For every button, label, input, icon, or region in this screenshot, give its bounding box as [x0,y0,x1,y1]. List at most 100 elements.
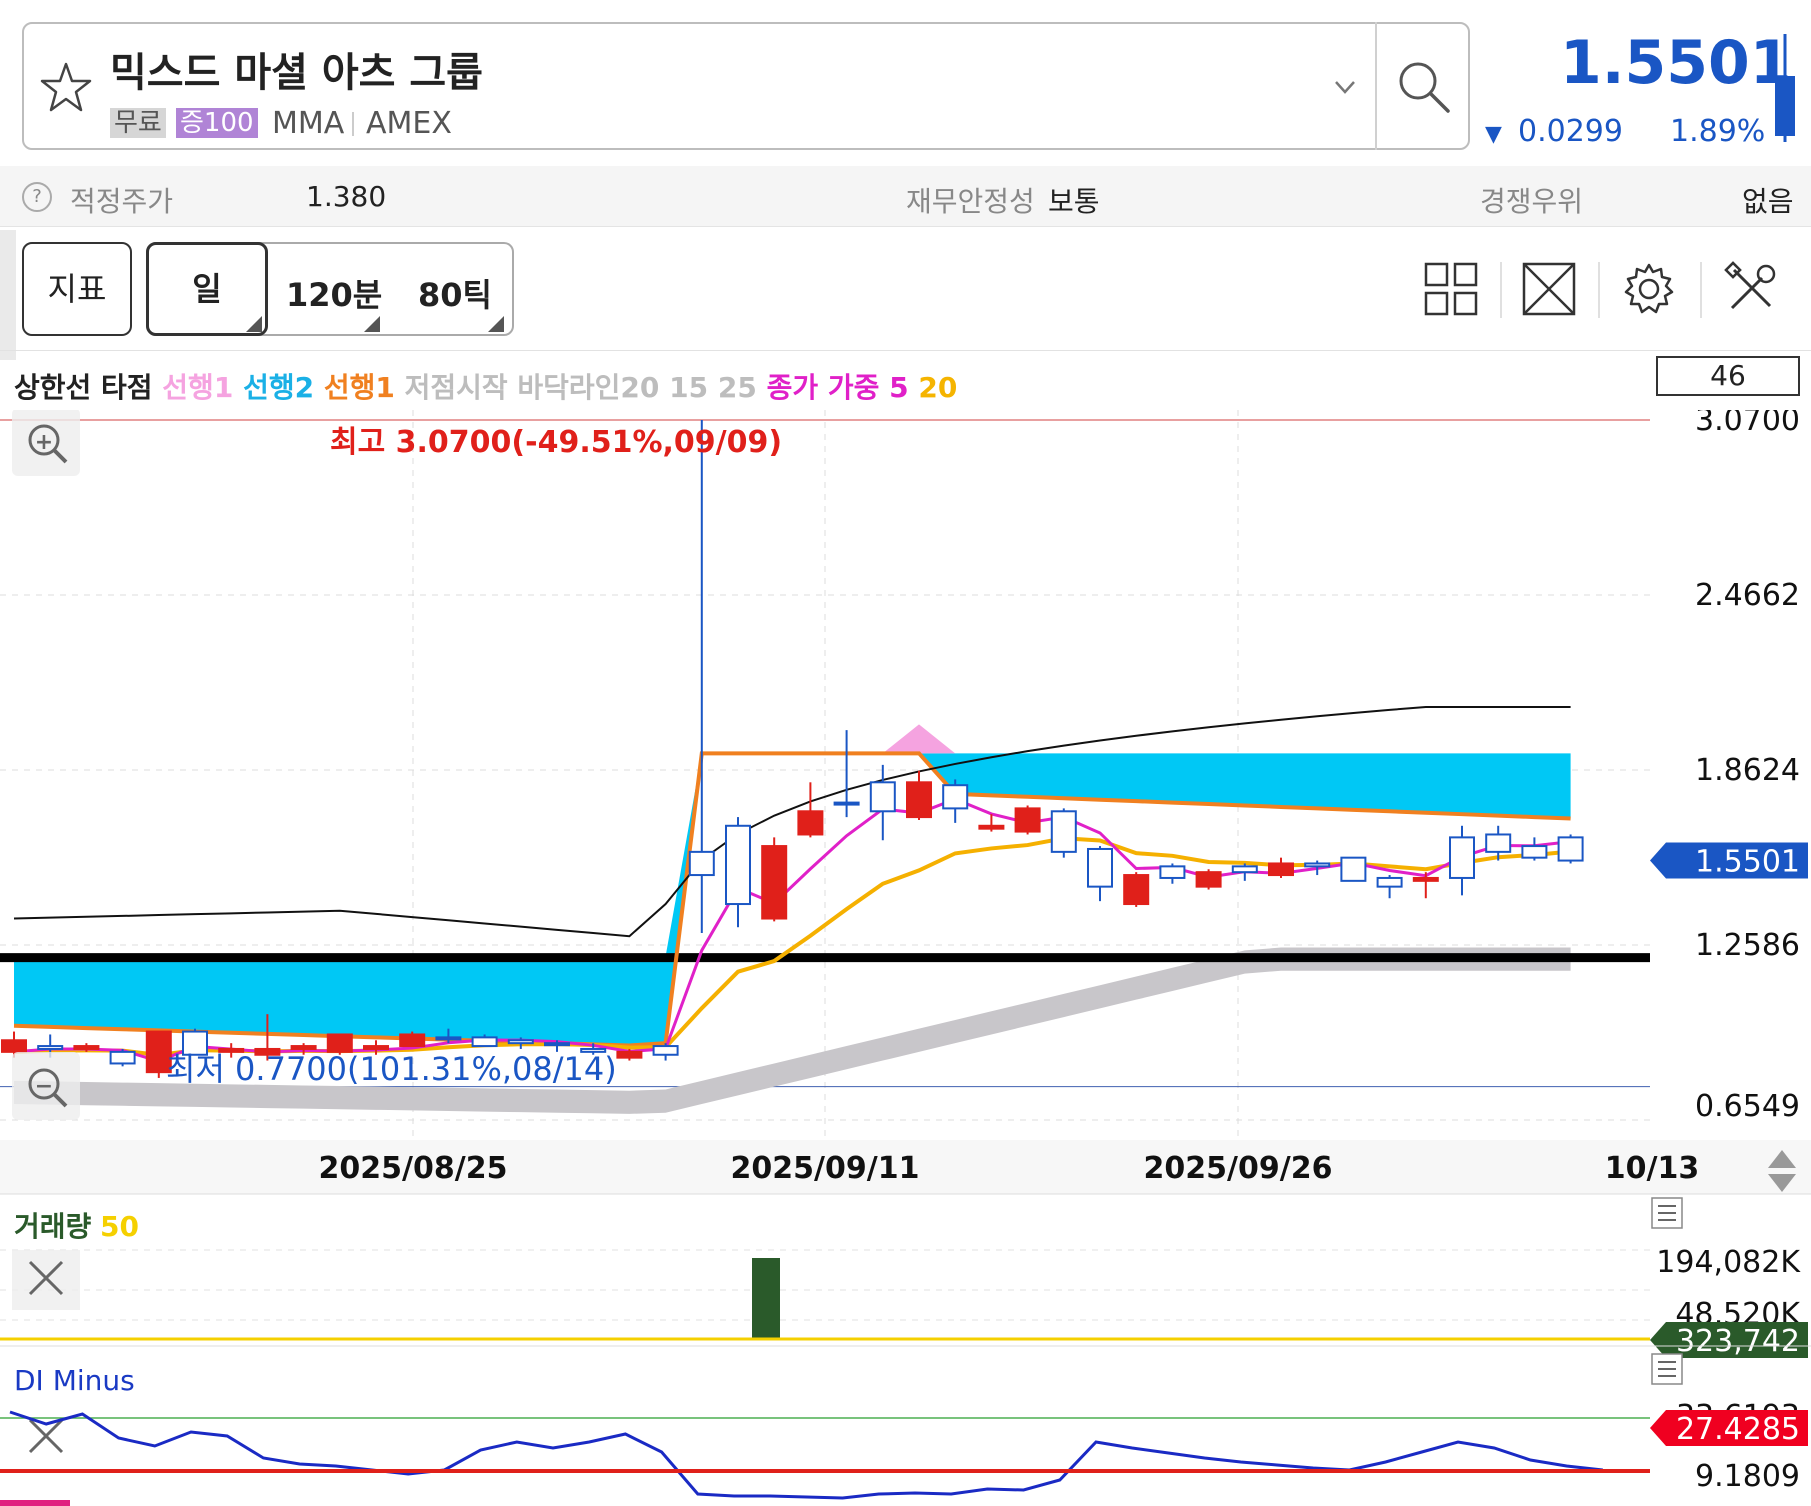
leading-span-cloud [14,753,1571,1046]
fair-price-label: 적정주가 [70,185,174,218]
legend-item: 선행2 [243,371,324,404]
settings-gear-icon[interactable] [1620,260,1678,318]
ticker-separator [352,112,354,136]
low-price-annotation: 최저 0.7700(101.31%,08/14) [166,1050,617,1088]
long-moving-average-line [13,705,1571,938]
date-axis-tick: 2025/08/25 [319,1151,508,1186]
search-icon[interactable] [1392,55,1456,119]
candle-body [978,824,1005,830]
volume-bar [752,1258,780,1340]
candle-body [1376,876,1403,888]
toolbar-separator [1700,262,1702,318]
fullscreen-icon[interactable] [1520,260,1578,318]
candle-body [1014,807,1041,833]
mini-candle-icon [1775,34,1795,142]
candle-body [652,1045,679,1056]
exchange-name: AMEX [366,106,452,141]
financial-stability-value: 보통 [1048,185,1100,218]
price-axis-tick: 1.2586 [1695,928,1800,963]
date-axis: 2025/08/25 2025/09/11 2025/09/26 10/13 [0,1140,1811,1194]
candle-body [1195,871,1222,888]
chevron-down-icon[interactable] [1330,72,1360,102]
favorite-star-icon[interactable] [38,60,94,116]
volume-menu-icon[interactable] [1651,1197,1683,1229]
date-axis-tick: 2025/09/26 [1144,1151,1333,1186]
layout-grid-icon[interactable] [1422,260,1480,318]
zoom-in-icon[interactable]: + [12,410,80,476]
legend-item: 저점시작 바닥라인20 15 25 [404,371,767,404]
candle-body [1050,810,1077,853]
candle-body [507,1039,534,1045]
free-badge: 무료 [110,108,166,138]
zoom-sign: − [35,1074,53,1099]
day-dropdown-corner-icon [246,316,262,332]
candle-body [73,1045,100,1050]
candle-body [616,1050,643,1059]
volume-current-label: 323,742 [1676,1324,1800,1359]
candle-body [1521,845,1548,859]
candle-body [544,1042,570,1047]
candle-body [1412,876,1439,882]
zoom-out-icon[interactable]: − [12,1052,80,1120]
volume-ma-label: 50 [100,1210,139,1243]
candle-count-box[interactable]: 46 [1656,356,1800,396]
candle-body [797,810,824,836]
candle-body [363,1045,389,1050]
legend-item: 종가 가중 5 [766,371,919,404]
candle-body [399,1033,426,1048]
price-axis-tick: 1.8624 [1695,753,1800,788]
candle-body [688,850,715,877]
candle-body [1268,862,1294,877]
fair-price-value: 1.380 [306,180,387,213]
di-menu-icon[interactable] [1651,1353,1683,1385]
80tick-dropdown-corner-icon [488,316,504,332]
high-price-annotation: 최고 3.0700(-49.51%,09/09) [330,425,782,460]
di-minus-panel: DI Minus33.619327.42859.1809 [0,1345,1811,1506]
price-axis-tick: 3.0700 [1695,410,1800,438]
120min-dropdown-corner-icon [364,316,380,332]
date-axis-tick: 10/13 [1605,1151,1699,1186]
period-120min-button[interactable]: 120분 [286,270,382,316]
legend-item: 20 [918,371,958,404]
competitive-advantage-value: 없음 [1742,185,1794,218]
candle-body [1123,874,1150,906]
indicator-legend[interactable]: 상한선 타점 선행1 선행2 선행1 저점시작 바닥라인20 15 25 종가 … [14,366,957,406]
help-icon[interactable]: ? [22,182,52,212]
legend-item: 선행1 [162,371,244,404]
di-axis-tick: 9.1809 [1695,1459,1800,1494]
volume-axis-tick: 194,082K [1656,1245,1801,1280]
toolbar-separator [1598,262,1600,318]
close-volume-panel-icon[interactable] [12,1250,80,1310]
competitive-advantage-label: 경쟁우위 [1480,185,1584,218]
stock-chart[interactable]: 최고 3.0700(-49.51%,09/09) 최저 0.7700(101.31… [0,410,1811,1506]
candle-body [290,1045,317,1050]
tools-icon[interactable] [1722,260,1780,318]
candle-body [725,824,751,906]
current-price-tag-label: 1.5501 [1695,845,1800,880]
leading-span1-cross-marker [882,724,956,754]
search-divider [1375,22,1377,150]
candle-body [435,1036,462,1041]
di-minus-label: DI Minus [14,1364,135,1397]
indicator-button[interactable]: 지표 [22,242,132,336]
bottom-indicator-bar [0,1500,70,1506]
price-change-percent: 1.89% [1670,114,1766,149]
candle-body [906,781,932,819]
candle-body [37,1045,64,1050]
candle-body [942,784,969,810]
candle-body [1340,856,1367,882]
period-80tick-button[interactable]: 80틱 [418,270,492,316]
candle-body [761,845,788,920]
date-axis-tick: 2025/09/11 [731,1151,920,1186]
price-change: 0.0299 [1518,114,1623,149]
candle-body [471,1036,498,1048]
candle-body [833,801,860,806]
candle-body [1,1039,27,1053]
candle-body [1304,862,1331,868]
legend-item: 상한선 타점 [14,371,163,404]
candle-body [1087,847,1113,888]
price-axis: 3.0700 2.4662 1.8624 1.2586 0.6549 1.5501 [1650,410,1808,1124]
zoom-sign: + [35,430,53,455]
price-axis-tick: 0.6549 [1695,1089,1800,1124]
side-drawer-handle[interactable] [0,230,16,360]
